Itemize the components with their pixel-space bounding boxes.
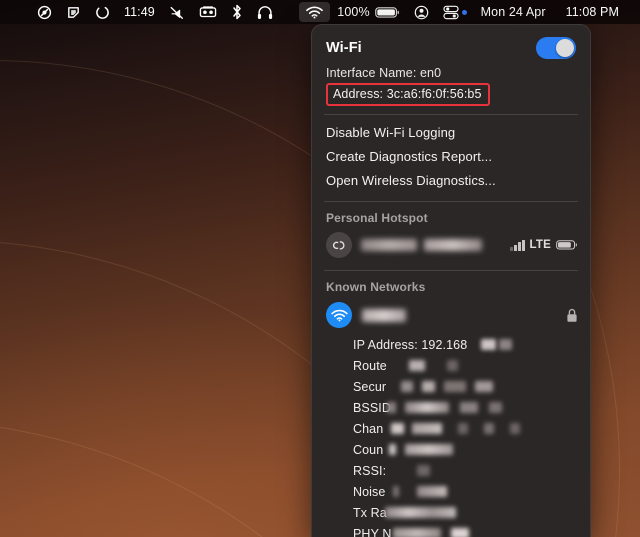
screen: 11:49 100% Mon 24 Apr 11:08 PM Wi-Fi Int… — [0, 0, 640, 537]
detail-label: Chan — [353, 421, 384, 436]
detail-value-redacted — [389, 444, 453, 455]
battery-icon — [374, 6, 399, 18]
detail-row-phy-mode: PHY N — [353, 523, 578, 537]
hotspot-link-icon — [326, 232, 352, 258]
detail-row-ip-address: IP Address: 192.168 — [353, 334, 578, 355]
wifi-toggle-switch[interactable] — [536, 37, 576, 59]
network-ssid-redacted — [362, 308, 406, 322]
wifi-menu-panel: Wi-Fi Interface Name: en0 Address: 3c:a6… — [311, 24, 591, 537]
detail-value-redacted — [385, 507, 456, 518]
screen-timer-label[interactable]: 11:49 — [117, 2, 162, 22]
detail-value-redacted — [393, 528, 469, 537]
battery-status[interactable]: 100% — [330, 2, 406, 22]
detail-value-redacted — [401, 381, 493, 392]
detail-row-tx-rate: Tx Ra — [353, 502, 578, 523]
detail-row-rssi: RSSI: — [353, 460, 578, 481]
divider — [324, 114, 578, 115]
lock-icon — [566, 308, 578, 323]
interface-name-line: Interface Name: en0 — [326, 66, 442, 80]
personal-hotspot-row[interactable]: LTE — [312, 230, 590, 262]
menu-item-create-diagnostics-report[interactable]: Create Diagnostics Report... — [312, 145, 590, 169]
screen-recording-icon[interactable] — [30, 2, 59, 22]
detail-label: IP Address: 192.168 — [353, 337, 468, 352]
menu-bar-date[interactable]: Mon 24 Apr — [474, 2, 553, 22]
hotspot-battery-icon — [556, 240, 577, 250]
date-text: Mon 24 Apr — [480, 5, 546, 19]
menu-item-disable-wifi-logging[interactable]: Disable Wi-Fi Logging — [312, 121, 590, 145]
user-account-icon[interactable] — [407, 2, 436, 22]
bluetooth-icon[interactable] — [224, 2, 250, 22]
address-highlight-wrapper: Address: 3c:a6:f6:0f:56:b5 — [312, 82, 590, 106]
detail-row-router: Route — [353, 355, 578, 376]
microphone-muted-icon[interactable] — [162, 2, 192, 22]
detail-label: Route — [353, 358, 387, 373]
detail-label: BSSID — [353, 400, 392, 415]
detail-row-channel: Chan — [353, 418, 578, 439]
detail-value-redacted — [391, 423, 520, 434]
progress-ring-icon[interactable] — [88, 2, 117, 22]
section-label-known-networks: Known Networks — [326, 280, 426, 294]
hotspot-device-name-redacted — [361, 239, 417, 251]
wifi-panel-title: Wi-Fi — [326, 40, 362, 56]
menu-bar-clock[interactable]: 11:08 PM — [553, 2, 632, 22]
wifi-toggle-knob — [556, 39, 574, 57]
detail-label: PHY N — [353, 526, 392, 537]
detail-value-redacted — [387, 402, 502, 413]
hotspot-status-group: LTE — [510, 239, 578, 251]
detail-value-redacted — [481, 339, 512, 350]
section-label-personal-hotspot: Personal Hotspot — [326, 211, 428, 225]
cellular-signal-bars-icon — [510, 239, 525, 251]
menu-bar-right-items: 100% Mon 24 Apr 11:08 PM — [299, 2, 640, 22]
menu-bar-left-items: 11:49 — [0, 2, 280, 22]
known-network-row[interactable] — [312, 299, 590, 331]
detail-label: Coun — [353, 442, 384, 457]
timer-text: 11:49 — [124, 5, 155, 19]
control-center-icon[interactable] — [436, 2, 474, 22]
control-center-badge-dot — [461, 9, 467, 15]
detail-row-noise: Noise — [353, 481, 578, 502]
divider — [324, 201, 578, 202]
detail-label: Secur — [353, 379, 387, 394]
wifi-icon — [326, 302, 352, 328]
detail-label: Tx Ra — [353, 505, 387, 520]
detail-label: Noise — [353, 484, 386, 499]
detail-row-bssid: BSSID — [353, 397, 578, 418]
hotspot-network-type-label: LTE — [529, 239, 551, 251]
shield-app-icon[interactable] — [59, 2, 88, 22]
detail-value-redacted — [393, 486, 447, 497]
hotspot-device-name-redacted — [424, 239, 482, 251]
battery-percent-label: 100% — [337, 5, 370, 19]
detail-row-security: Secur — [353, 376, 578, 397]
clock-text: 11:08 PM — [565, 5, 619, 19]
detail-label: RSSI: — [353, 463, 387, 478]
wifi-icon[interactable] — [299, 2, 331, 22]
menu-item-open-wireless-diagnostics[interactable]: Open Wireless Diagnostics... — [312, 169, 590, 193]
detail-value-redacted — [409, 360, 458, 371]
menu-bar: 11:49 100% Mon 24 Apr 11:08 PM — [0, 0, 640, 24]
divider — [324, 270, 578, 271]
headphones-icon[interactable] — [250, 2, 280, 22]
wifi-panel-header: Wi-Fi — [312, 25, 590, 63]
detail-value-redacted — [417, 465, 430, 476]
webcam-icon[interactable] — [192, 2, 224, 22]
network-detail-list: IP Address: 192.168 Route Secur BSSID Ch… — [312, 331, 590, 537]
detail-row-country-code: Coun — [353, 439, 578, 460]
mac-address-line: Address: 3c:a6:f6:0f:56:b5 — [326, 83, 490, 106]
